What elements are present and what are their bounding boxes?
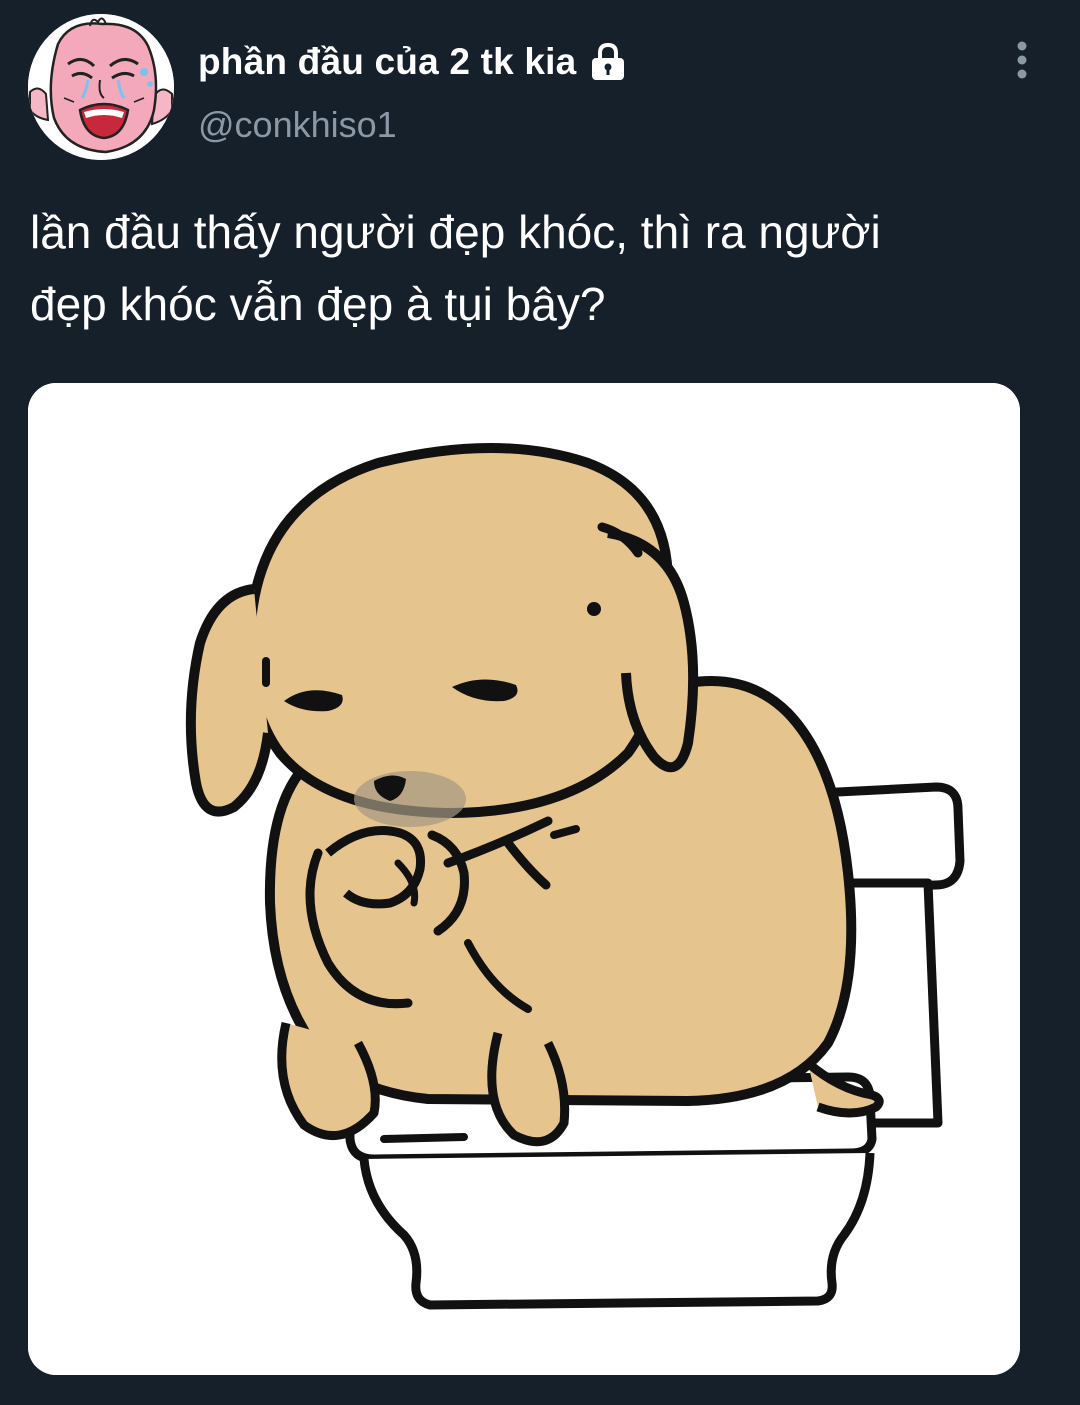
display-name[interactable]: phần đầu của 2 tk kia — [198, 41, 576, 83]
tweet[interactable]: phần đầu của 2 tk kia @conkhiso1 lần đầu… — [0, 0, 1080, 1405]
avatar[interactable] — [28, 14, 174, 160]
display-name-row: phần đầu của 2 tk kia — [198, 38, 630, 86]
lock-icon — [586, 40, 630, 84]
tweet-media-image[interactable] — [28, 383, 1020, 1375]
tweet-text: lần đầu thấy người đẹp khóc, thì ra ngườ… — [30, 206, 881, 330]
user-handle[interactable]: @conkhiso1 — [198, 104, 397, 146]
crying-face-avatar-icon — [28, 14, 174, 160]
crying-puppy-on-toilet-icon — [28, 383, 1020, 1375]
more-vertical-icon[interactable] — [1000, 38, 1044, 82]
